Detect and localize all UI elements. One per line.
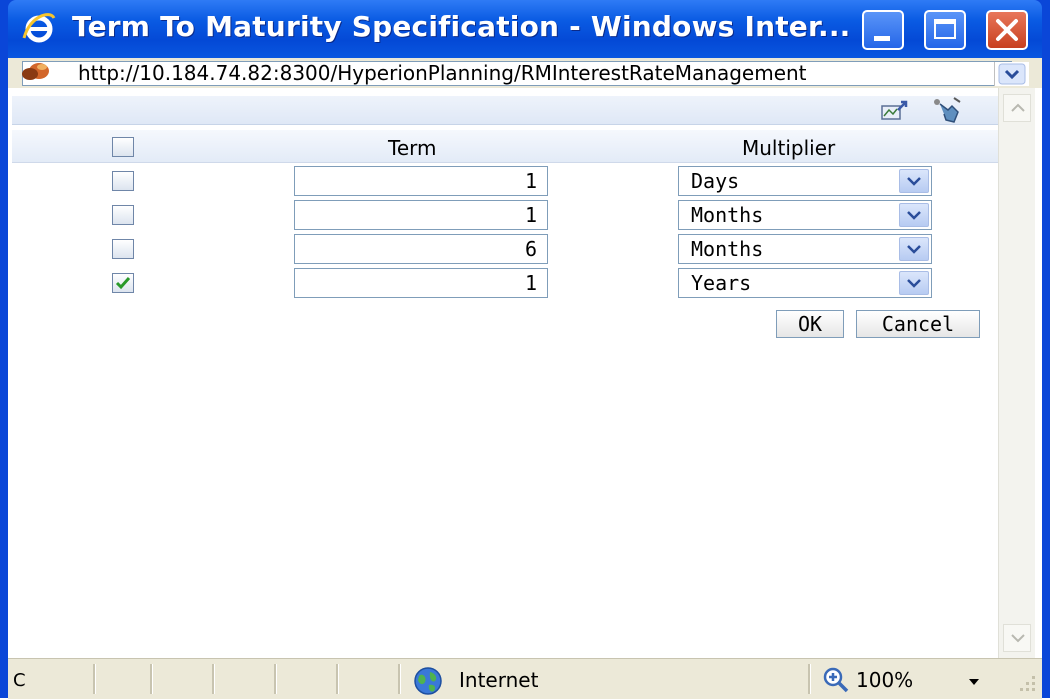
status-divider — [398, 664, 401, 694]
help-icon[interactable] — [930, 96, 964, 124]
status-divider — [150, 664, 153, 694]
term-column-header: Term — [388, 136, 437, 160]
status-divider — [274, 664, 277, 694]
row-checkbox[interactable] — [112, 205, 134, 225]
checkmark-icon — [115, 277, 131, 290]
multiplier-select[interactable]: Months — [678, 234, 932, 264]
maximize-button[interactable] — [924, 10, 966, 50]
zoom-level[interactable]: 100% — [856, 668, 913, 692]
security-zone: Internet — [459, 668, 539, 692]
term-input[interactable]: 1 — [294, 268, 548, 298]
globe-icon — [414, 667, 442, 695]
multiplier-value: Days — [691, 169, 740, 193]
browser-window: Term To Maturity Specification - Windows… — [0, 0, 1050, 699]
status-divider — [212, 664, 215, 694]
dialog-toolbar — [12, 96, 998, 125]
address-url[interactable]: http://10.184.74.82:8300/HyperionPlannin… — [78, 61, 807, 85]
export-icon[interactable] — [880, 98, 910, 122]
chevron-up-icon — [1011, 103, 1025, 112]
minimize-icon — [874, 36, 890, 41]
status-divider — [336, 664, 339, 694]
chevron-down-icon — [998, 63, 1026, 85]
zoom-icon[interactable] — [822, 666, 850, 694]
multiplier-column-header: Multiplier — [742, 136, 836, 160]
status-divider — [808, 664, 811, 694]
close-button[interactable] — [986, 10, 1028, 50]
window-title: Term To Maturity Specification - Windows… — [72, 10, 851, 43]
select-all-checkbox[interactable] — [112, 137, 134, 157]
chevron-down-icon — [907, 177, 921, 186]
scroll-down-button[interactable] — [1003, 624, 1031, 652]
maximize-icon — [934, 19, 956, 39]
multiplier-value: Months — [691, 237, 764, 261]
page-icon — [22, 63, 49, 80]
minimize-button[interactable] — [862, 10, 904, 50]
close-icon — [996, 19, 1018, 41]
multiplier-select[interactable]: Months — [678, 200, 932, 230]
address-dropdown[interactable] — [994, 62, 1029, 86]
dropdown-button[interactable] — [899, 169, 929, 193]
row-checkbox[interactable] — [112, 171, 134, 191]
status-divider — [93, 664, 96, 694]
cancel-button[interactable]: Cancel — [856, 310, 980, 338]
vertical-scrollbar[interactable] — [998, 88, 1035, 658]
multiplier-value: Months — [691, 203, 764, 227]
resize-grip-icon[interactable] — [1014, 670, 1038, 694]
multiplier-select[interactable]: Days — [678, 166, 932, 196]
scroll-up-button[interactable] — [1003, 94, 1031, 122]
chevron-down-icon — [907, 279, 921, 288]
multiplier-value: Years — [691, 271, 752, 295]
dropdown-button[interactable] — [899, 203, 929, 227]
ok-button[interactable]: OK — [776, 310, 844, 338]
multiplier-select[interactable]: Years — [678, 268, 932, 298]
term-input[interactable]: 6 — [294, 234, 548, 264]
table-header — [12, 130, 998, 163]
chevron-down-icon — [1011, 634, 1025, 643]
chevron-down-icon — [907, 211, 921, 220]
row-checkbox[interactable] — [112, 239, 134, 259]
chevron-down-icon — [907, 245, 921, 254]
ie-logo-icon — [22, 13, 56, 43]
term-input[interactable]: 1 — [294, 200, 548, 230]
zoom-dropdown-icon[interactable] — [968, 678, 980, 686]
term-input[interactable]: 1 — [294, 166, 548, 196]
row-checkbox[interactable] — [112, 273, 134, 293]
dropdown-button[interactable] — [899, 237, 929, 261]
status-text: Ⅽ — [13, 670, 26, 691]
dropdown-button[interactable] — [899, 271, 929, 295]
